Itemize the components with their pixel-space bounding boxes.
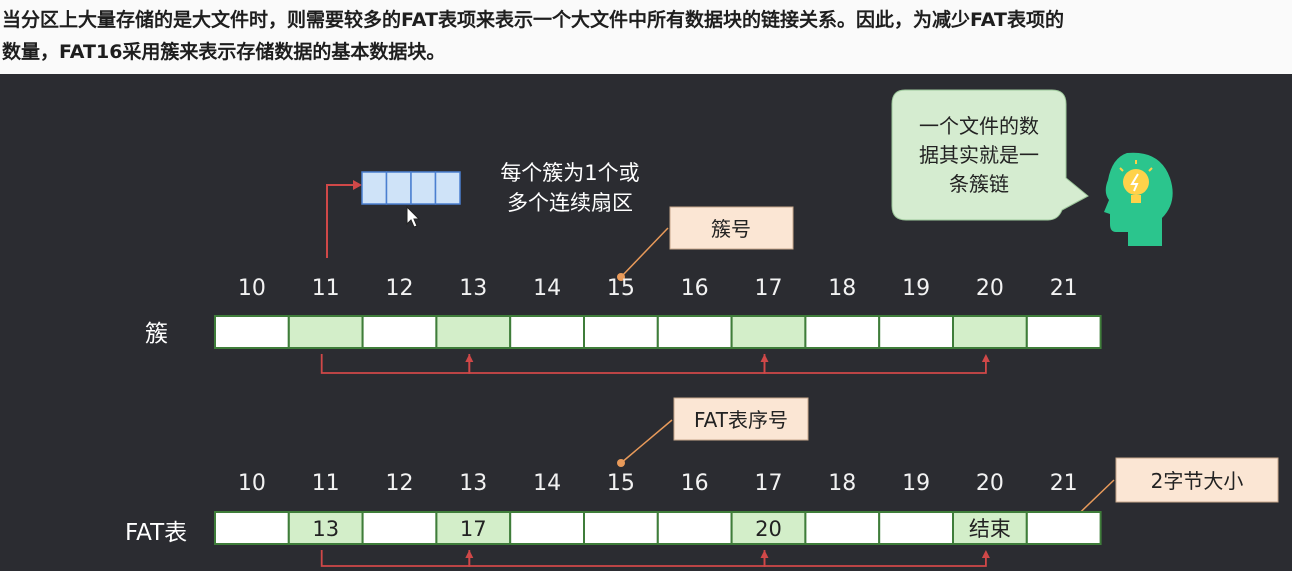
cluster-chain-arrows — [320, 354, 990, 374]
cluster-cell-10 — [214, 315, 290, 349]
cluster-index-17: 17 — [755, 276, 783, 301]
idea-head-icon — [1104, 152, 1173, 246]
fat-index-13: 13 — [459, 471, 487, 496]
fat-cell-19 — [878, 511, 955, 545]
cluster-index-14: 14 — [533, 276, 561, 301]
fat-cell-value-13: 17 — [460, 517, 487, 541]
mouse-cursor-icon — [406, 205, 421, 228]
cluster-cell-18 — [804, 315, 881, 349]
cluster-index-11: 11 — [312, 276, 340, 301]
fat-cell-value-11: 13 — [312, 517, 339, 541]
cluster-index-16: 16 — [681, 276, 709, 301]
cluster-index-18: 18 — [828, 276, 856, 301]
fat-cell-10 — [214, 511, 290, 545]
fat-index-11: 11 — [312, 471, 340, 496]
cluster-index-15: 15 — [607, 276, 635, 301]
fat-cell-21 — [1025, 511, 1102, 545]
sector-arrow — [326, 184, 356, 258]
fat-index-14: 14 — [533, 471, 561, 496]
sector-box — [410, 171, 437, 205]
fat-chain-arrowhead — [981, 550, 990, 558]
fat-cell-18 — [804, 511, 881, 545]
cluster-cell-17 — [730, 315, 807, 349]
cluster-chain-arrow — [763, 354, 987, 374]
sector-box — [385, 171, 412, 205]
bubble-line-1: 一个文件的数 — [919, 114, 1039, 138]
cluster-cell-15 — [583, 315, 659, 349]
cluster-cell-16 — [656, 315, 733, 349]
fat-cell-value-20: 结束 — [969, 517, 1011, 541]
cluster-chain-arrow — [468, 354, 766, 374]
fat-cell-15 — [583, 511, 659, 545]
cluster-cell-20 — [952, 315, 1028, 349]
fat-cells: 13 17 20 结束 — [214, 511, 1102, 545]
fat-index-16: 16 — [681, 471, 709, 496]
fat-cell-12 — [361, 511, 438, 545]
fat-cell-value-17: 20 — [755, 517, 782, 541]
speech-bubble: 一个文件的数 据其实就是一 条簇链 — [891, 89, 1089, 221]
fat-cluster-diagram: 每个簇为1个或 多个连续扇区 簇号 FAT表序号 2字节大小 一个文件的数 据其… — [125, 89, 1279, 567]
cluster-index-21: 21 — [1050, 276, 1078, 301]
fat-chain-arrow — [320, 550, 471, 567]
fat-chain-arrow — [468, 550, 766, 567]
sector-group: 每个簇为1个或 多个连续扇区 — [326, 161, 640, 258]
fat-chain-arrows — [320, 550, 990, 567]
callout-cluster-number: 簇号 — [617, 206, 794, 281]
cluster-row-label: 簇 — [145, 321, 168, 347]
fat-index-labels: 10 11 12 13 14 15 16 17 18 19 20 21 — [238, 471, 1078, 496]
cluster-cell-14 — [509, 315, 586, 349]
callout-entry-size-text: 2字节大小 — [1151, 469, 1244, 493]
fat-index-21: 21 — [1050, 471, 1078, 496]
header-line-1: 当分区上大量存储的是大文件时，则需要较多的FAT表项来表示一个大文件中所有数据块… — [2, 9, 1064, 31]
cluster-cell-13 — [435, 315, 512, 349]
cluster-cell-19 — [878, 315, 955, 349]
bubble-line-2: 据其实就是一 — [919, 143, 1039, 167]
cluster-index-10: 10 — [238, 276, 266, 301]
fat-index-19: 19 — [902, 471, 930, 496]
cluster-index-13: 13 — [459, 276, 487, 301]
fat-cell-16 — [656, 511, 733, 545]
cluster-note-line-1: 每个簇为1个或 — [500, 161, 639, 185]
cluster-cells — [214, 315, 1102, 349]
fat-index-10: 10 — [238, 471, 266, 496]
fat-index-20: 20 — [976, 471, 1004, 496]
bubble-line-3: 条簇链 — [949, 172, 1009, 196]
fat-row-label: FAT表 — [125, 520, 187, 546]
cluster-cell-21 — [1025, 315, 1102, 349]
cluster-chain-arrowhead — [981, 354, 990, 362]
cluster-index-20: 20 — [976, 276, 1004, 301]
fat-index-15: 15 — [607, 471, 635, 496]
cluster-index-12: 12 — [386, 276, 414, 301]
fat-index-17: 17 — [755, 471, 783, 496]
sector-arrow-head — [353, 180, 362, 190]
sector-boxes — [361, 171, 461, 205]
fat-chain-arrow — [763, 550, 987, 567]
sector-box — [361, 171, 388, 205]
cluster-index-19: 19 — [902, 276, 930, 301]
callout-cluster-number-text: 簇号 — [711, 217, 751, 241]
header-text: 当分区上大量存储的是大文件时，则需要较多的FAT表项来表示一个大文件中所有数据块… — [0, 0, 1292, 74]
cluster-chain-arrow — [320, 354, 471, 374]
cluster-index-labels: 10 11 12 13 14 15 16 17 18 19 20 21 — [238, 276, 1078, 301]
cluster-cell-12 — [361, 315, 438, 349]
fat-index-18: 18 — [828, 471, 856, 496]
callout-fat-index-text: FAT表序号 — [694, 408, 788, 432]
fat-cell-14 — [509, 511, 586, 545]
header-line-2: 数量，FAT16采用簇来表示存储数据的基本数据块。 — [2, 41, 446, 63]
sector-box — [434, 171, 461, 205]
callout-fat-index: FAT表序号 — [617, 397, 809, 467]
cluster-cell-11 — [287, 315, 364, 349]
fat-index-12: 12 — [386, 471, 414, 496]
cluster-note-line-2: 多个连续扇区 — [507, 191, 633, 215]
